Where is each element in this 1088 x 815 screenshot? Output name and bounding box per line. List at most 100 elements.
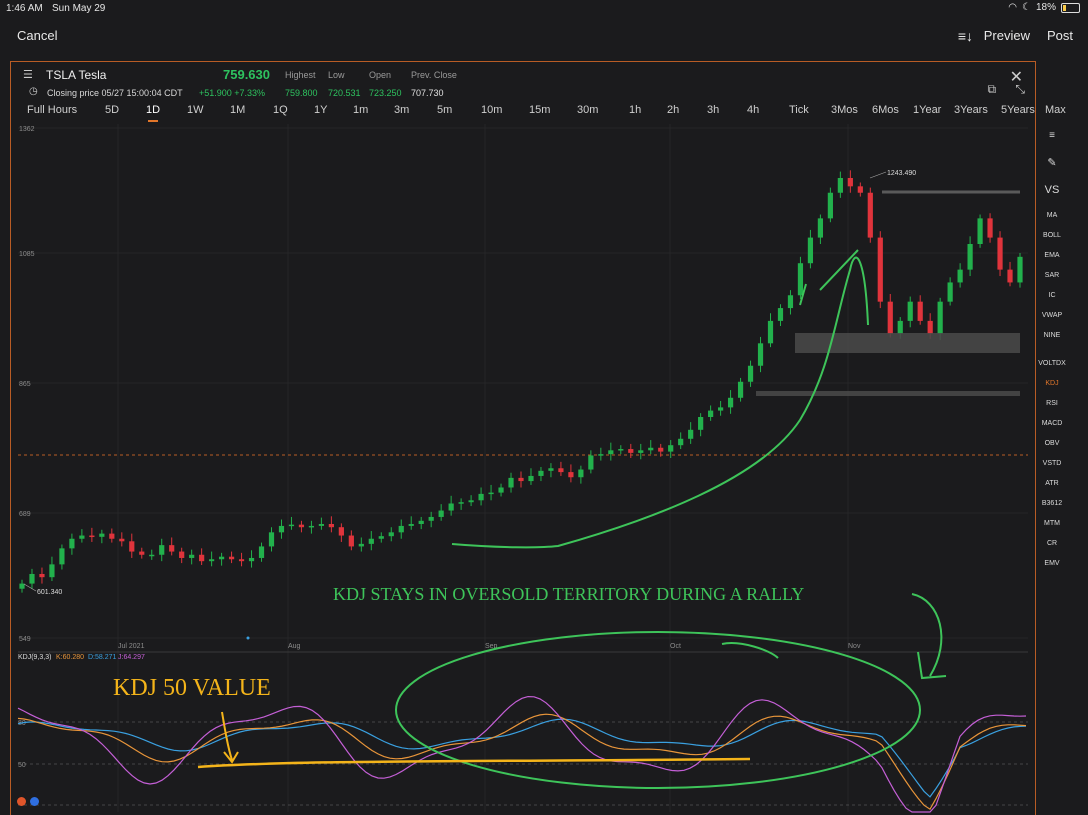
candle-body (917, 301, 923, 321)
candle-body (438, 510, 444, 517)
kdj-legend-d: D:58.271 (88, 654, 117, 661)
time-axis-label: Jul 2021 (118, 643, 145, 650)
candle-body (887, 301, 893, 334)
high-price-label: 1243.490 (887, 170, 916, 177)
candle-body (578, 469, 584, 478)
vs-compare-button[interactable]: VS (1022, 184, 1082, 196)
candle-body (598, 454, 604, 456)
candle-body (897, 320, 903, 334)
green-arrow-curve (451, 256, 869, 549)
candle-body (747, 365, 754, 382)
indicator-cr[interactable]: CR (1022, 540, 1082, 547)
yellow-arrow (221, 711, 239, 764)
candle-body (867, 192, 873, 238)
candle-body (548, 468, 554, 471)
candle-body (328, 524, 334, 528)
candle-body (937, 301, 943, 334)
indicator-rsi[interactable]: RSI (1022, 400, 1082, 407)
candle-body (39, 573, 45, 578)
indicator-mtm[interactable]: MTM (1022, 520, 1082, 527)
candle-body (658, 447, 664, 452)
kdj-legend-k: K:60.280 (56, 654, 84, 661)
candle-body (358, 543, 364, 547)
candle-body (468, 500, 474, 503)
candle-body (388, 532, 394, 537)
candle-body (408, 524, 414, 526)
kdj-legend-j: J:64.297 (118, 654, 145, 661)
candle-body (827, 192, 833, 219)
candle-body (558, 468, 564, 473)
candle-body (877, 237, 883, 302)
candle-body (298, 524, 305, 528)
indicator-obv[interactable]: OBV (1022, 440, 1082, 447)
candle-body (767, 320, 774, 344)
candle-body (678, 438, 684, 446)
indicator-atr[interactable]: ATR (1022, 480, 1082, 487)
indicator-ema[interactable]: EMA (1022, 252, 1082, 259)
candle-body (288, 524, 295, 527)
chart-canvas[interactable]: 13621085865689549Jul 2021 Aug Sep Oct Nov124… (0, 0, 1088, 815)
candle-body (568, 472, 574, 478)
indicator-kdj[interactable]: KDJ (1022, 380, 1082, 387)
price-tick-label: 1085 (19, 251, 35, 258)
candle-body (149, 554, 155, 557)
candle-body (119, 538, 125, 542)
candle-body (428, 516, 434, 521)
candle-body (238, 559, 245, 562)
indicator-boll[interactable]: BOLL (1022, 232, 1082, 239)
kdj-legend-name: KDJ(9,3,3) (18, 654, 51, 661)
indicator-b3612[interactable]: B3612 (1022, 500, 1082, 507)
candle-body (688, 429, 694, 439)
candle-body (189, 554, 195, 558)
candle-body (737, 381, 744, 398)
candle-body (159, 545, 165, 555)
candle-body (528, 475, 534, 482)
indicator-emv[interactable]: EMV (1022, 560, 1082, 567)
candle-body (219, 556, 225, 560)
candle-body (308, 525, 315, 528)
yellow-annotation-text: KDJ 50 VALUE (113, 675, 271, 701)
candle-body (608, 450, 614, 455)
indicator-ma[interactable]: MA (1022, 212, 1082, 219)
candle-body (648, 447, 654, 451)
candle-body (977, 218, 983, 244)
indicator-sar[interactable]: SAR (1022, 272, 1082, 279)
time-axis-label: Nov (848, 643, 861, 650)
indicator-voltdx[interactable]: VOLTDX (1022, 360, 1082, 367)
indicator-nine[interactable]: NINE (1022, 332, 1082, 339)
candle-body (538, 470, 544, 476)
candle-body (927, 320, 933, 334)
candle-body (258, 546, 265, 558)
candle-body (368, 538, 374, 544)
candle-body (478, 493, 484, 501)
candle-body (1007, 269, 1013, 283)
list-icon[interactable]: ≡ (1022, 130, 1082, 141)
chart-tool-icon[interactable] (17, 797, 26, 806)
indicator-vstd[interactable]: VSTD (1022, 460, 1082, 467)
candle-body (967, 243, 973, 270)
low-price-label: 601.340 (37, 589, 62, 596)
candle-body (488, 492, 494, 495)
candle-body (618, 449, 624, 451)
candle-body (89, 535, 95, 538)
candle-body (268, 532, 275, 547)
candle-body (59, 548, 65, 565)
candle-body (708, 410, 714, 417)
candle-body (997, 237, 1003, 270)
candle-body (947, 282, 953, 302)
time-axis-label: Aug (288, 643, 301, 650)
candle-body (628, 449, 634, 453)
draw-icon[interactable]: ✎ (1022, 156, 1082, 169)
candle-body (109, 533, 115, 539)
candle-body (418, 520, 424, 525)
green-oval (395, 631, 921, 789)
candle-body (199, 554, 205, 562)
kdj-tick-50: 50 (18, 762, 26, 769)
indicator-vwap[interactable]: VWAP (1022, 312, 1082, 319)
indicator-macd[interactable]: MACD (1022, 420, 1082, 427)
indicator-ic[interactable]: IC (1022, 292, 1082, 299)
low-label-leader (23, 583, 37, 592)
layer-icon[interactable] (30, 797, 39, 806)
candle-body (179, 551, 185, 558)
candle-body (79, 535, 85, 539)
